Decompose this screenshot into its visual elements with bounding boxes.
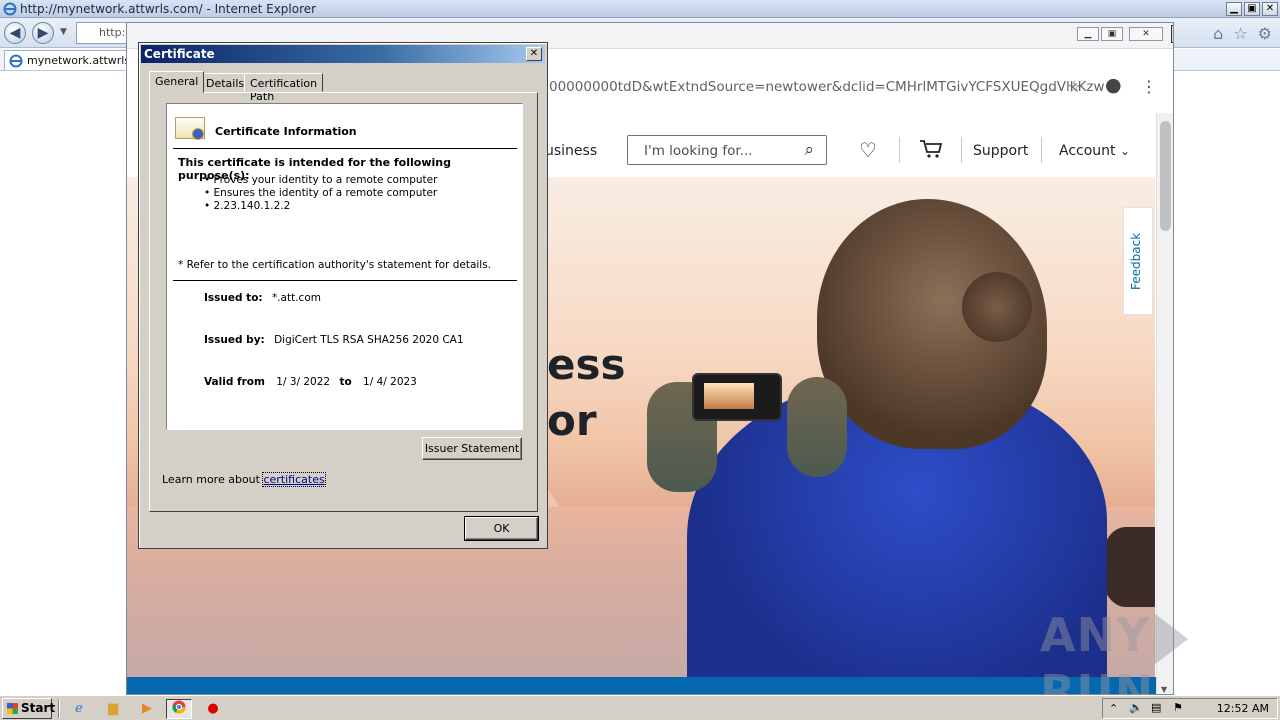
certificates-link[interactable]: certificates: [262, 472, 326, 487]
purpose-item: • 2.23.140.1.2.2: [204, 200, 291, 212]
issued-by-label: Issued by:: [204, 334, 265, 346]
ie-tab-label: mynetwork.attwrls.c: [27, 54, 132, 67]
issued-to-value: *.att.com: [271, 292, 321, 304]
volume-icon[interactable]: 🔈: [1129, 701, 1143, 714]
explorer-folder-icon[interactable]: ▆: [100, 699, 126, 719]
valid-from-label: Valid from: [204, 376, 265, 388]
smartphone-image: [692, 373, 782, 421]
ie-toolbar-icons: ⌂ ☆ ⚙: [1213, 24, 1272, 43]
validity-row: Valid from 1/ 3/ 2022 to 1/ 4/ 2023: [204, 376, 417, 388]
warning-app-icon[interactable]: ●: [200, 699, 226, 719]
valid-from-value: 1/ 3/ 2022: [276, 376, 331, 388]
favorites-star-icon[interactable]: ☆: [1233, 24, 1247, 43]
ie-window-title: http://mynetwork.attwrls.com/ - Internet…: [20, 1, 317, 16]
valid-to-value: 1/ 4/ 2023: [363, 376, 417, 388]
ie-taskbar-icon[interactable]: ℯ: [66, 699, 92, 719]
account-label: Account: [1059, 143, 1116, 159]
system-tray: ⌃ 🔈 ▤ ⚑ 12:52 AM: [1102, 698, 1278, 719]
certificate-info-box: Certificate Information This certificate…: [166, 103, 523, 430]
tools-gear-icon[interactable]: ⚙: [1258, 24, 1272, 43]
header-divider: [899, 137, 900, 163]
home-icon[interactable]: ⌂: [1213, 24, 1223, 43]
ie-title-bar: http://mynetwork.attwrls.com/ - Internet…: [0, 0, 1280, 18]
cart-icon[interactable]: [919, 138, 943, 163]
footer-blue-bar: [127, 677, 1157, 694]
scrollbar-thumb[interactable]: [1160, 121, 1171, 231]
header-divider: [1041, 137, 1042, 163]
chevron-down-icon: ⌄: [1119, 144, 1131, 158]
info-title: Certificate Information: [215, 125, 357, 138]
search-input[interactable]: I'm looking for... ⌕: [627, 135, 827, 165]
ie-address-text: http:: [99, 26, 126, 39]
nav-business-link[interactable]: usiness: [545, 143, 597, 159]
purpose-list: • Proves your identity to a remote compu…: [204, 174, 437, 213]
dialog-title-bar[interactable]: Certificate ✕: [141, 45, 545, 63]
support-link[interactable]: Support: [973, 143, 1028, 159]
general-tab-panel: Certificate Information This certificate…: [149, 92, 538, 512]
purpose-item: • Proves your identity to a remote compu…: [204, 174, 438, 186]
issuer-statement-button[interactable]: Issuer Statement: [422, 437, 522, 460]
header-divider: [961, 137, 962, 163]
dialog-close-button[interactable]: ✕: [526, 47, 542, 61]
action-center-flag-icon[interactable]: ⚑: [1173, 701, 1183, 714]
chrome-menu-icon[interactable]: ⋮: [1141, 77, 1157, 96]
tab-general[interactable]: General: [149, 71, 205, 93]
wishlist-heart-icon[interactable]: ♡: [859, 138, 877, 162]
valid-to-label: to: [339, 376, 352, 388]
search-placeholder: I'm looking for...: [644, 143, 753, 159]
bookmark-star-icon[interactable]: ☆: [1067, 77, 1081, 96]
hero-heading: ess or: [547, 337, 625, 449]
certificate-dialog: Certificate ✕ General Details Certificat…: [138, 42, 548, 549]
ok-button[interactable]: OK: [464, 516, 539, 541]
purpose-item: • Ensures the identity of a remote compu…: [204, 187, 438, 199]
start-button[interactable]: Start: [2, 698, 55, 719]
refer-note: * Refer to the certification authority's…: [178, 259, 492, 271]
taskbar-divider: [58, 699, 60, 718]
history-dropdown-icon[interactable]: ▼: [60, 27, 67, 37]
network-icon[interactable]: ▤: [1151, 701, 1161, 714]
hero-line-1: ess: [547, 340, 626, 389]
ie-tab[interactable]: mynetwork.attwrls.c: [4, 50, 132, 70]
chrome-taskbar-icon[interactable]: [166, 699, 192, 719]
forward-icon[interactable]: ▶: [32, 22, 54, 44]
chrome-minimize-button[interactable]: ▁: [1077, 27, 1099, 41]
ie-logo-icon: [3, 2, 17, 16]
divider: [173, 148, 517, 149]
issued-to-label: Issued to:: [204, 292, 263, 304]
certificate-icon: [175, 117, 205, 140]
maximize-button[interactable]: ▣: [1244, 1, 1260, 16]
media-player-icon[interactable]: ▶: [134, 699, 160, 719]
tab-details[interactable]: Details: [200, 73, 251, 92]
learn-more-text: Learn more about: [162, 473, 260, 486]
chrome-dropdown-icon[interactable]: ▼: [1171, 25, 1173, 43]
issued-by-value: DigiCert TLS RSA SHA256 2020 CA1: [274, 334, 464, 346]
feedback-tab[interactable]: Feedback: [1123, 207, 1153, 315]
profile-icon[interactable]: ●: [1105, 74, 1122, 96]
rock-shape: [1102, 527, 1155, 607]
taskbar: Start ℯ ▆ ▶ ● ⌃ 🔈 ▤ ⚑ 12:52 AM: [0, 695, 1280, 720]
tray-expand-icon[interactable]: ⌃: [1109, 702, 1118, 715]
person-hair-bun: [962, 272, 1032, 342]
feedback-label: Feedback: [1129, 232, 1143, 290]
divider: [173, 280, 517, 281]
dialog-title: Certificate: [144, 47, 215, 61]
chrome-url-text: 00000000tdD&wtExtndSource=newtower&dclid…: [549, 79, 1105, 95]
chrome-close-button[interactable]: ✕: [1129, 27, 1163, 41]
back-icon[interactable]: ◀: [4, 22, 26, 44]
play-logo-icon: [1154, 612, 1189, 665]
close-button[interactable]: ✕: [1262, 1, 1278, 16]
watermark-left: ANY: [1040, 608, 1151, 662]
issued-by-row: Issued by: DigiCert TLS RSA SHA256 2020 …: [204, 334, 464, 346]
person-right-arm: [787, 377, 847, 477]
search-icon[interactable]: ⌕: [804, 140, 814, 160]
chrome-restore-button[interactable]: ▣: [1101, 27, 1123, 41]
hero-line-2: or: [547, 396, 597, 445]
issued-to-row: Issued to: *.att.com: [204, 292, 321, 304]
tab-certification-path[interactable]: Certification Path: [244, 73, 324, 103]
account-menu[interactable]: Account ⌄: [1059, 143, 1130, 159]
ie-page-icon: [9, 54, 23, 70]
minimize-button[interactable]: ▁: [1226, 1, 1242, 16]
clock: 12:52 AM: [1216, 702, 1269, 715]
learn-more: Learn more about certificates: [162, 472, 326, 487]
